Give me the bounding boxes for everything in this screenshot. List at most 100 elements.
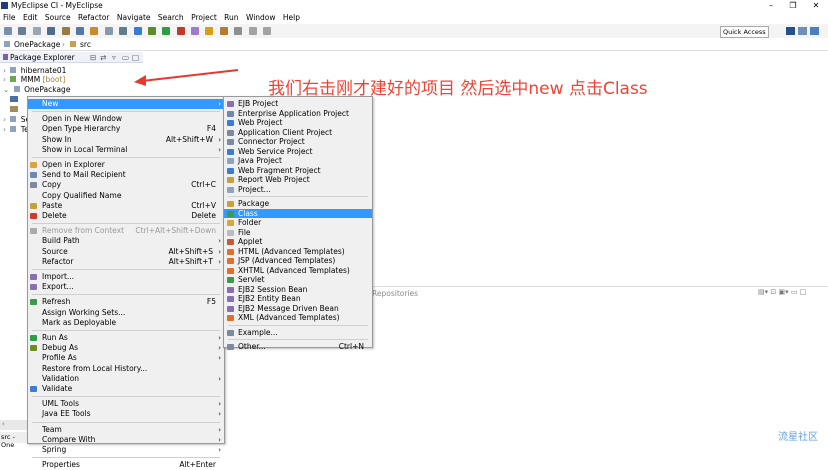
- menu-item-open-in-explorer[interactable]: Open in Explorer: [28, 160, 224, 170]
- menu-item-new[interactable]: New ›: [28, 99, 224, 109]
- back-icon[interactable]: [248, 27, 257, 35]
- menu-item-delete[interactable]: Delete Delete: [28, 211, 224, 221]
- submenu-item-java-project[interactable]: Java Project: [224, 156, 372, 166]
- maximize-view-icon[interactable]: □: [132, 53, 139, 62]
- menu-item-refactor[interactable]: Refactor Alt+Shift+T ›: [28, 257, 224, 267]
- breadcrumb-project[interactable]: OnePackage: [14, 40, 60, 49]
- menu-item-import[interactable]: Import...: [28, 272, 224, 282]
- collapse-all-icon[interactable]: ⊟: [90, 53, 96, 62]
- new-class-icon[interactable]: [191, 27, 200, 35]
- annotation-icon[interactable]: [234, 27, 243, 35]
- menu-item-copy-qualified-name[interactable]: Copy Qualified Name: [28, 191, 224, 201]
- search-icon[interactable]: [219, 27, 228, 35]
- menu-window[interactable]: Window: [246, 13, 276, 22]
- collapse-icon[interactable]: ⌄: [3, 85, 9, 94]
- submenu-item-project[interactable]: Project...: [224, 185, 372, 195]
- expand-icon[interactable]: ›: [3, 75, 6, 84]
- open-type-icon[interactable]: [205, 27, 214, 35]
- tree-item-jre[interactable]: [10, 105, 18, 114]
- menu-item-paste[interactable]: Paste Ctrl+V: [28, 201, 224, 211]
- menu-item-spring[interactable]: Spring ›: [28, 445, 224, 455]
- menu-item-properties[interactable]: Properties Alt+Enter: [28, 460, 224, 470]
- tree-item-mmm[interactable]: › MMM [boot]: [0, 75, 65, 84]
- horizontal-scrollbar[interactable]: ‹: [0, 420, 27, 430]
- menu-item-export[interactable]: Export...: [28, 282, 224, 292]
- submenu-item-html-advanced-templates[interactable]: HTML (Advanced Templates): [224, 247, 372, 257]
- view-options-icon[interactable]: ▤▾: [758, 288, 768, 296]
- external-tools-icon[interactable]: [176, 27, 185, 35]
- submenu-item-jsp-advanced-templates[interactable]: JSP (Advanced Templates): [224, 256, 372, 266]
- tools-icon[interactable]: [90, 27, 99, 35]
- submenu-item-applet[interactable]: Applet: [224, 237, 372, 247]
- quick-access-input[interactable]: Quick Access: [720, 26, 769, 38]
- terminal-icon[interactable]: [119, 27, 128, 35]
- menu-item-show-in-local-terminal[interactable]: Show in Local Terminal ›: [28, 145, 224, 155]
- submenu-item-web-fragment-project[interactable]: Web Fragment Project: [224, 166, 372, 176]
- close-button[interactable]: ✕: [805, 0, 827, 12]
- menu-help[interactable]: Help: [283, 13, 300, 22]
- submenu-item-xhtml-advanced-templates[interactable]: XHTML (Advanced Templates): [224, 266, 372, 276]
- menu-item-open-type-hierarchy[interactable]: Open Type Hierarchy F4: [28, 124, 224, 134]
- open-console-icon[interactable]: ▣▾: [778, 288, 788, 296]
- submenu-item-other[interactable]: Other... Ctrl+N: [224, 342, 372, 352]
- filter-icon[interactable]: ⊡: [770, 288, 776, 296]
- menu-file[interactable]: File: [3, 13, 16, 22]
- view-icon[interactable]: [104, 27, 113, 35]
- package-explorer-title[interactable]: Package Explorer: [10, 53, 75, 62]
- menu-navigate[interactable]: Navigate: [117, 13, 151, 22]
- tree-item-src[interactable]: [10, 95, 18, 104]
- expand-icon[interactable]: ›: [3, 66, 6, 75]
- menu-item-compare-with[interactable]: Compare With ›: [28, 435, 224, 445]
- menu-item-java-ee-tools[interactable]: Java EE Tools ›: [28, 409, 224, 419]
- submenu-item-ejb2-message-driven-bean[interactable]: EJB2 Message Driven Bean: [224, 304, 372, 314]
- menu-item-mark-as-deployable[interactable]: Mark as Deployable: [28, 318, 224, 328]
- server-icon[interactable]: [47, 27, 56, 35]
- menu-item-copy[interactable]: Copy Ctrl+C: [28, 180, 224, 190]
- menu-item-show-in[interactable]: Show In Alt+Shift+W ›: [28, 135, 224, 145]
- submenu-item-enterprise-application-project[interactable]: Enterprise Application Project: [224, 109, 372, 119]
- scroll-left-icon[interactable]: ‹: [2, 420, 5, 428]
- submenu-item-report-web-project[interactable]: Report Web Project: [224, 175, 372, 185]
- menu-item-validation[interactable]: Validation ›: [28, 374, 224, 384]
- minimize-button[interactable]: –: [760, 0, 782, 12]
- submenu-item-web-service-project[interactable]: Web Service Project: [224, 147, 372, 157]
- submenu-item-connector-project[interactable]: Connector Project: [224, 137, 372, 147]
- breadcrumb-folder[interactable]: src: [80, 40, 91, 49]
- forward-icon[interactable]: [263, 27, 272, 35]
- expand-icon[interactable]: ›: [3, 115, 6, 124]
- new-icon[interactable]: [4, 27, 12, 35]
- menu-item-run-as[interactable]: Run As ›: [28, 333, 224, 343]
- menu-item-uml-tools[interactable]: UML Tools ›: [28, 399, 224, 409]
- view-menu-icon[interactable]: ▿: [112, 53, 116, 62]
- maximize-button[interactable]: ❐: [782, 0, 804, 12]
- expand-icon[interactable]: ›: [3, 125, 6, 134]
- browser-icon[interactable]: [75, 27, 84, 35]
- menu-refactor[interactable]: Refactor: [78, 13, 109, 22]
- perspective-debug-icon[interactable]: [810, 27, 819, 35]
- menu-item-refresh[interactable]: Refresh F5: [28, 297, 224, 307]
- menu-project[interactable]: Project: [191, 13, 217, 22]
- minimize-view-icon[interactable]: ▭: [122, 53, 129, 62]
- submenu-item-application-client-project[interactable]: Application Client Project: [224, 128, 372, 138]
- submenu-item-class[interactable]: Class: [224, 208, 372, 218]
- perspective-java-icon[interactable]: [798, 27, 807, 35]
- menu-item-assign-working-sets[interactable]: Assign Working Sets...: [28, 308, 224, 318]
- link-editor-icon[interactable]: ⇄: [100, 53, 106, 62]
- minimize-panel-icon[interactable]: ▭: [791, 288, 798, 296]
- menu-item-source[interactable]: Source Alt+Shift+S ›: [28, 247, 224, 257]
- submenu-item-ejb2-session-bean[interactable]: EJB2 Session Bean: [224, 285, 372, 295]
- submenu-item-web-project[interactable]: Web Project: [224, 118, 372, 128]
- submenu-item-xml-advanced-templates[interactable]: XML (Advanced Templates): [224, 313, 372, 323]
- tree-item-se[interactable]: › Se: [0, 115, 30, 124]
- save-icon[interactable]: [18, 27, 27, 35]
- print-icon[interactable]: [32, 27, 41, 35]
- submenu-item-servlet[interactable]: Servlet: [224, 275, 372, 285]
- db-icon[interactable]: [133, 27, 142, 35]
- submenu-item-example[interactable]: Example...: [224, 328, 372, 338]
- submenu-item-ejb2-entity-bean[interactable]: EJB2 Entity Bean: [224, 294, 372, 304]
- menu-item-send-to-mail-recipient[interactable]: Send to Mail Recipient: [28, 170, 224, 180]
- menu-item-open-in-new-window[interactable]: Open in New Window: [28, 114, 224, 124]
- submenu-item-folder[interactable]: Folder: [224, 218, 372, 228]
- tree-item-onepackage[interactable]: ⌄ OnePackage: [0, 85, 70, 94]
- tree-item-hibernate01[interactable]: › hibernate01: [0, 66, 66, 75]
